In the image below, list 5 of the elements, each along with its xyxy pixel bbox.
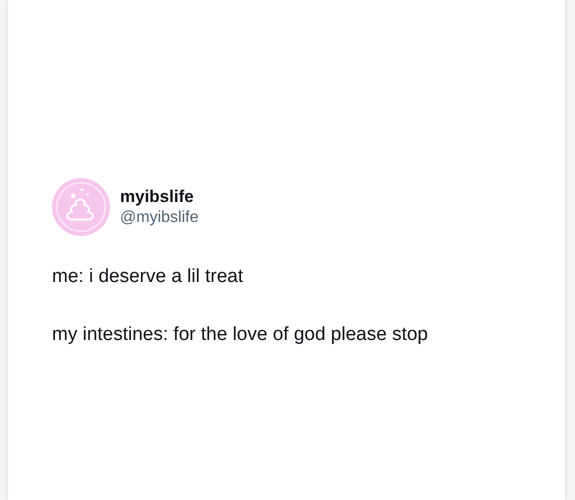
user-handle: @myibslife bbox=[120, 209, 198, 227]
post-text: my intestines: for the love of god please stop bbox=[52, 324, 429, 346]
post-text: me: i deserve a lil treat bbox=[52, 266, 244, 288]
display-name: myibslife bbox=[120, 187, 195, 207]
avatar-icon bbox=[52, 178, 110, 236]
